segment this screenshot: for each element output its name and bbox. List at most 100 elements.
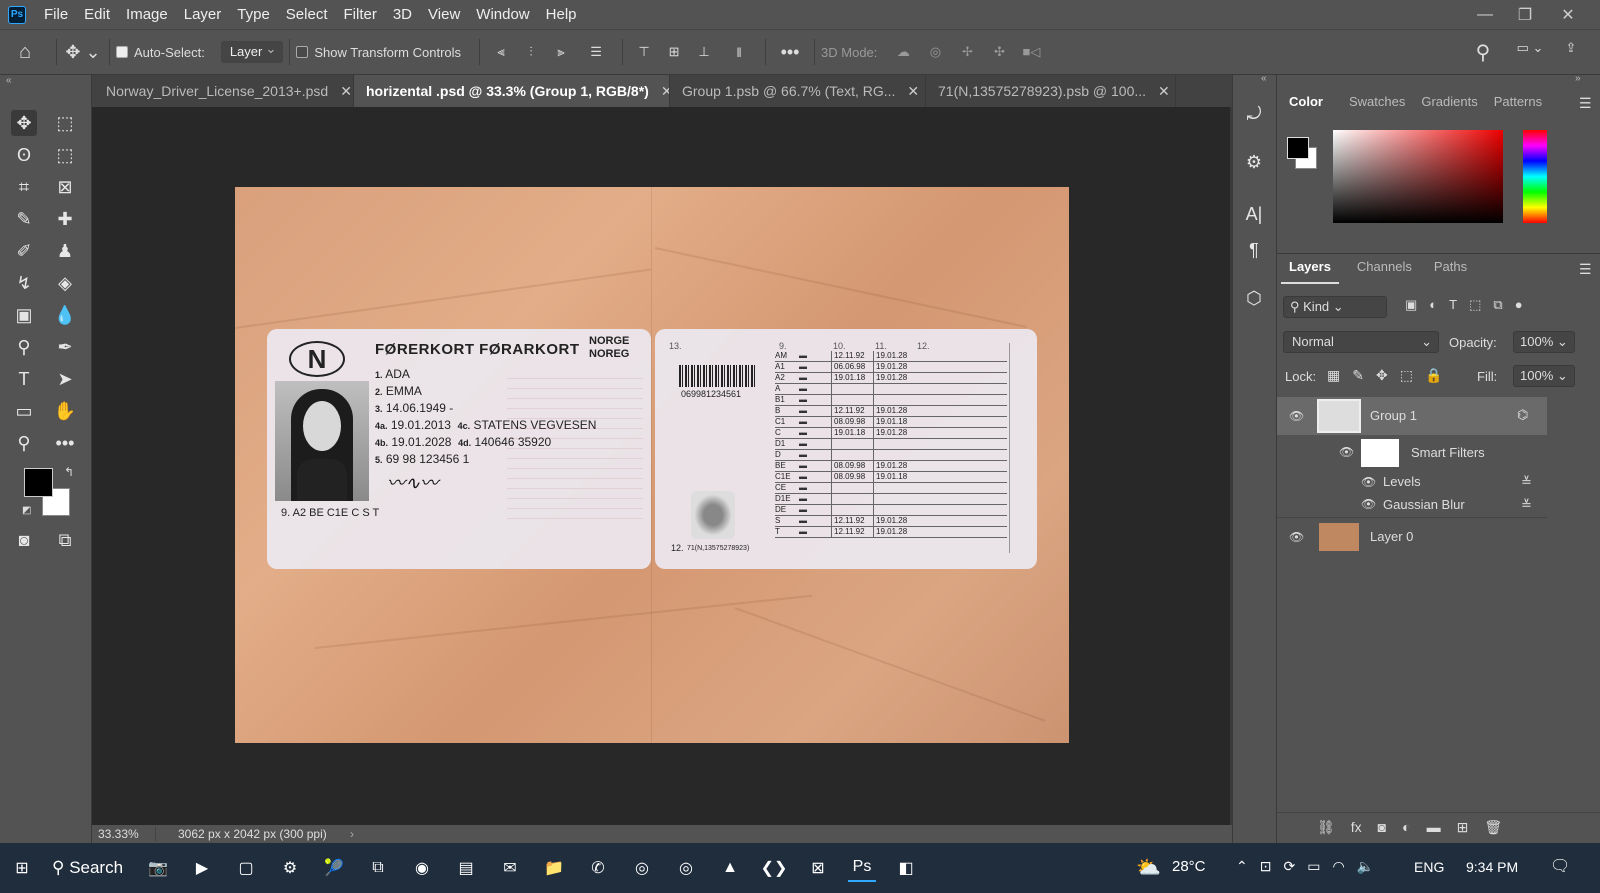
menu-edit[interactable]: Edit [76,0,118,29]
menu-window[interactable]: Window [468,0,537,29]
new-layer-icon[interactable]: ⊞ [1457,819,1469,836]
zoom-tool-icon[interactable]: ⚲ [11,430,37,456]
document-image[interactable]: N FØRERKORT FØRARKORT NORGE NOREG 1. ADA… [235,187,1069,743]
visibility-eye-icon[interactable]: 👁 [1339,445,1354,459]
tab-group-1[interactable]: Group 1.psb @ 66.7% (Text, RG... ✕ [670,75,926,107]
close-window-icon[interactable]: ✕ [1548,0,1588,29]
video-icon[interactable]: ▶ [188,854,216,882]
whatsapp-icon[interactable]: ✆ [584,854,612,882]
3d-pan-icon[interactable]: ✢ [951,44,983,60]
tab-norway-license[interactable]: Norway_Driver_License_2013+.psd ✕ [92,75,354,107]
volume-icon[interactable]: 🔈 [1357,858,1374,875]
show-transform-checkbox[interactable] [296,46,309,58]
auto-select-target-dropdown[interactable]: Layer [220,39,284,63]
align-middle-icon[interactable]: ⊞ [659,44,689,60]
filter-levels[interactable]: 👁 Levels ≚ [1277,471,1547,493]
type-tool-icon[interactable]: T [11,366,37,392]
menu-filter[interactable]: Filter [336,0,385,29]
tab-layers[interactable]: Layers [1281,252,1339,284]
align-left-icon[interactable]: ⫷ [486,44,516,60]
more-options-icon[interactable]: ••• [772,42,808,63]
menu-select[interactable]: Select [278,0,336,29]
swap-colors-icon[interactable]: ↰ [64,465,74,479]
type-filter-icon[interactable]: T [1449,297,1457,313]
zoom-level[interactable]: 33.33% [92,827,156,841]
explorer-icon[interactable]: 📁 [540,854,568,882]
add-mask-icon[interactable]: ◙ [1378,819,1386,836]
visibility-eye-icon[interactable]: 👁 [1289,530,1304,544]
frame-tool-icon[interactable]: ⊠ [52,174,78,200]
camera-icon[interactable]: 📷 [144,854,172,882]
game-icon[interactable]: 🎾 [320,854,348,882]
expand-panels-icon[interactable]: » [1575,73,1581,84]
fg-color-chip[interactable] [1287,137,1309,159]
visibility-eye-icon[interactable]: 👁 [1361,475,1376,489]
history-panel-icon[interactable]: ⤾ [1241,101,1267,127]
panel-menu-icon[interactable]: ☰ [1579,261,1592,278]
shape-filter-icon[interactable]: ⬚ [1469,297,1481,313]
collapse-strip-icon[interactable]: « [1261,73,1267,84]
menu-image[interactable]: Image [118,0,176,29]
foreground-color-swatch[interactable] [24,468,53,497]
notes-icon[interactable]: ◧ [892,854,920,882]
home-icon[interactable]: ⌂ [0,41,50,64]
close-tab-icon[interactable]: ✕ [661,75,669,107]
dodge-tool-icon[interactable]: ⚲ [11,334,37,360]
eraser-tool-icon[interactable]: ◈ [52,270,78,296]
clone-stamp-icon[interactable]: ♟ [52,238,78,264]
lasso-tool-icon[interactable]: ʘ [11,142,37,168]
menu-type[interactable]: Type [229,0,278,29]
more-tools-icon[interactable]: ••• [52,430,78,456]
paragraph-panel-icon[interactable]: ¶ [1241,237,1267,263]
layer-filter-dropdown[interactable]: ⚲ Kind ⌄ [1283,296,1387,318]
layer-style-icon[interactable]: fx [1351,819,1362,836]
tab-swatches[interactable]: Swatches [1341,87,1413,117]
smart-object-filter-icon[interactable]: ⧉ [1493,297,1502,313]
photoshop-taskbar-icon[interactable]: Ps [848,854,876,882]
hue-slider[interactable] [1523,130,1547,223]
minimize-icon[interactable]: — [1465,0,1505,29]
share-icon[interactable]: ⇪ [1558,40,1584,56]
app-icon[interactable]: ⊠ [804,854,832,882]
chrome-icon[interactable]: ◎ [628,854,656,882]
quick-mask-icon[interactable]: ◙ [11,527,37,553]
character-panel-icon[interactable]: A| [1241,201,1267,227]
gradient-tool-icon[interactable]: ▣ [11,302,37,328]
pen-tool-icon[interactable]: ✒ [52,334,78,360]
3d-roll-icon[interactable]: ◎ [919,44,951,60]
wifi-icon[interactable]: ◠ [1332,858,1344,875]
image-filter-icon[interactable]: ▣ [1405,297,1417,313]
filter-options-icon[interactable]: ≚ [1521,497,1532,513]
layer-group-1[interactable]: 👁 Group 1 ⌬ [1277,397,1547,435]
edge-icon[interactable]: ◉ [408,854,436,882]
fill-input[interactable]: 100% ⌄ [1513,365,1575,387]
tab-patterns[interactable]: Patterns [1486,87,1550,117]
tab-gradients[interactable]: Gradients [1413,87,1485,117]
store-icon[interactable]: ▤ [452,854,480,882]
windows-start-icon[interactable]: ⊞ [8,854,36,882]
tray-app-icon[interactable]: ⊡ [1260,858,1272,875]
menu-layer[interactable]: Layer [176,0,230,29]
tab-paths[interactable]: Paths [1426,252,1475,284]
collapse-toolbar-icon[interactable]: « [6,75,12,86]
language-indicator[interactable]: ENG [1414,859,1444,875]
vscode-icon[interactable]: ❮❯ [760,854,788,882]
tab-horizental[interactable]: horizental .psd @ 33.3% (Group 1, RGB/8*… [354,75,670,107]
menu-file[interactable]: File [36,0,76,29]
settings-icon[interactable]: ⚙ [276,854,304,882]
hand-tool-icon[interactable]: ✋ [52,398,78,424]
eyedropper-tool-icon[interactable]: ✎ [11,206,37,232]
rectangle-tool-icon[interactable]: ▭ [11,398,37,424]
align-top-icon[interactable]: ⊤ [629,44,659,60]
filter-gaussian-blur[interactable]: 👁 Gaussian Blur ≚ [1277,493,1547,517]
clock[interactable]: 9:34 PM [1466,859,1518,875]
screen-mode-icon[interactable]: ⧉ [52,527,78,553]
canvas-area[interactable]: N FØRERKORT FØRARKORT NORGE NOREG 1. ADA… [92,107,1232,825]
taskbar-search[interactable]: ⚲ Search [52,852,136,884]
close-tab-icon[interactable]: ✕ [340,75,352,107]
color-field[interactable] [1333,130,1503,223]
window-icon[interactable]: ▢ [232,854,260,882]
move-tool-preset-icon[interactable]: ✥ ⌄ [63,42,103,63]
panel-menu-icon[interactable]: ☰ [1579,95,1592,112]
weather-temp[interactable]: 28°C [1172,858,1206,875]
